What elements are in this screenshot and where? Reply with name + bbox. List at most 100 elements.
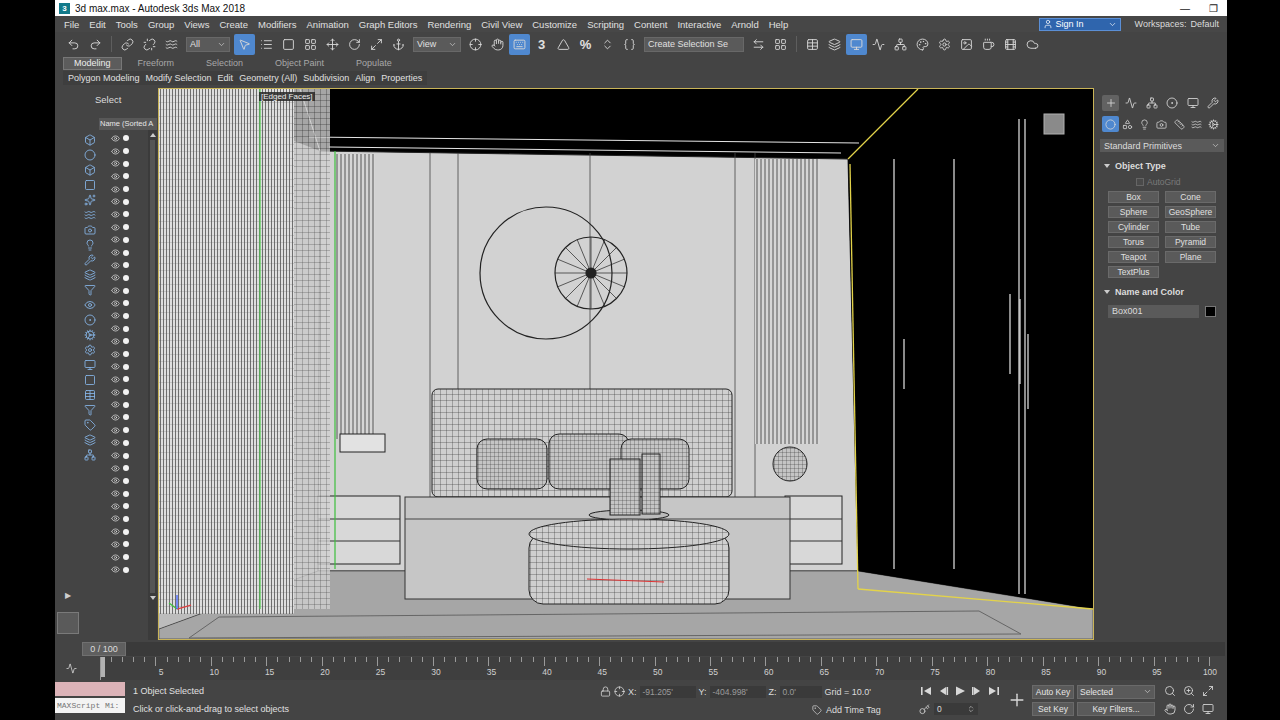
render-dot[interactable] (123, 478, 129, 484)
object-row[interactable] (99, 398, 148, 411)
category-icon[interactable] (1105, 119, 1116, 130)
select-by-name-button[interactable] (256, 34, 277, 55)
object-row[interactable] (99, 310, 148, 323)
unlink-icon[interactable] (143, 38, 156, 51)
previous-frame-icon[interactable] (937, 686, 949, 696)
menu-item[interactable]: Views (179, 19, 214, 30)
menu-item[interactable]: Arnold (726, 19, 763, 30)
scene-explorer-button[interactable] (802, 34, 823, 55)
render-dot[interactable] (123, 364, 129, 370)
primitive-button[interactable]: Cone (1165, 191, 1216, 203)
render-dot[interactable] (123, 427, 129, 433)
eye-icon[interactable] (111, 134, 120, 143)
align-button[interactable] (770, 34, 791, 55)
panel-tab-icon[interactable] (1207, 97, 1219, 109)
explorer-filter-icon[interactable] (84, 404, 96, 416)
explorer-filter-icon[interactable] (84, 134, 96, 146)
pivot-center-icon[interactable] (469, 38, 482, 51)
scrollbar[interactable] (148, 130, 157, 640)
explorer-filter-icon[interactable] (84, 374, 96, 386)
window-control-button[interactable]: — (1171, 3, 1199, 14)
explorer-filter-icon[interactable] (84, 164, 96, 176)
eye-icon[interactable] (111, 400, 120, 409)
snaps-toggle-button[interactable]: 3 (531, 34, 552, 55)
eye-icon[interactable] (111, 375, 120, 384)
layer-explorer-icon[interactable] (828, 38, 841, 51)
explorer-filter-icon[interactable] (84, 239, 96, 251)
eye-icon[interactable] (111, 147, 120, 156)
explorer-filter-icon[interactable] (84, 284, 96, 296)
chevron-down-icon[interactable] (1143, 687, 1152, 696)
spinner-snap-button[interactable] (597, 34, 618, 55)
eye-icon[interactable] (111, 553, 120, 562)
coordinate-field[interactable]: -91.205' (640, 686, 696, 698)
edit-named-selection-button[interactable] (619, 34, 640, 55)
user-icon[interactable] (1043, 19, 1053, 29)
object-row[interactable] (99, 284, 148, 297)
render-dot[interactable] (123, 338, 129, 344)
eye-icon[interactable] (111, 489, 120, 498)
maxscript-input[interactable]: MAXScript Mi: (55, 698, 125, 713)
object-row[interactable] (99, 411, 148, 424)
key-mode-dropdown[interactable]: Selected (1077, 685, 1155, 699)
render-dot[interactable] (123, 237, 129, 243)
category-icon[interactable] (1191, 119, 1202, 130)
key-filters-button[interactable]: Key Filters... (1077, 702, 1155, 716)
redo-icon[interactable] (89, 38, 102, 51)
object-row[interactable] (99, 297, 148, 310)
object-row[interactable] (99, 360, 148, 373)
undo-button[interactable] (63, 34, 84, 55)
edit-named-selection-icon[interactable] (623, 38, 636, 51)
ribbon-tab[interactable]: Object Paint (259, 57, 340, 70)
menu-item[interactable]: File (59, 19, 84, 30)
object-row[interactable] (99, 551, 148, 564)
object-row[interactable] (99, 513, 148, 526)
render-dot[interactable] (123, 135, 129, 141)
object-row[interactable] (99, 386, 148, 399)
object-category[interactable] (1136, 116, 1153, 132)
go-to-end-button[interactable] (987, 685, 1000, 697)
render-dot[interactable] (123, 465, 129, 471)
object-row[interactable] (99, 462, 148, 475)
chevron-down-icon[interactable] (448, 40, 457, 49)
object-row[interactable] (99, 322, 148, 335)
maxscript-output[interactable] (55, 682, 125, 696)
eye-icon[interactable] (111, 540, 120, 549)
placement-icon[interactable] (392, 38, 405, 51)
column-header[interactable]: Name (Sorted A (99, 118, 157, 130)
render-dot[interactable] (123, 453, 129, 459)
material-editor-button[interactable] (912, 34, 933, 55)
bind-space-warp-button[interactable] (161, 34, 182, 55)
viewport[interactable]: [Edged Faces] (158, 88, 1094, 640)
current-frame-field[interactable]: 0 (934, 703, 978, 715)
navigation-icon[interactable] (1164, 703, 1176, 715)
eye-icon[interactable] (111, 261, 120, 270)
reference-coordinate-dropdown[interactable]: View (413, 37, 461, 52)
ribbon-group[interactable]: Geometry (All) (236, 73, 300, 83)
select-by-name-icon[interactable] (260, 38, 273, 51)
rendered-frame-window-icon[interactable] (960, 38, 973, 51)
render-dot[interactable] (123, 148, 129, 154)
object-row[interactable] (99, 132, 148, 145)
workspaces-dropdown[interactable]: Default (1190, 19, 1219, 29)
object-category[interactable] (1171, 116, 1188, 132)
menu-item[interactable]: Interactive (672, 19, 726, 30)
select-and-manipulate-button[interactable] (487, 34, 508, 55)
coordinate-field[interactable]: 0.0' (780, 686, 822, 698)
eye-icon[interactable] (111, 159, 120, 168)
explorer-filter-icon[interactable] (84, 149, 96, 161)
mini-curve-editor-icon[interactable] (66, 663, 77, 674)
next-frame-icon[interactable] (971, 686, 983, 696)
render-cloud-button[interactable] (1022, 34, 1043, 55)
eye-icon[interactable] (111, 286, 120, 295)
eye-icon[interactable] (111, 362, 120, 371)
menu-item[interactable]: Animation (302, 19, 354, 30)
move-icon[interactable] (326, 38, 339, 51)
command-panel-tab[interactable] (1184, 95, 1201, 111)
align-icon[interactable] (774, 38, 787, 51)
go-to-start-icon[interactable] (920, 686, 932, 696)
ribbon-tab[interactable]: Modeling (63, 57, 122, 70)
viewport-label[interactable]: [Edged Faces] (259, 92, 315, 101)
object-category[interactable] (1153, 116, 1170, 132)
play-icon[interactable] (954, 686, 966, 696)
